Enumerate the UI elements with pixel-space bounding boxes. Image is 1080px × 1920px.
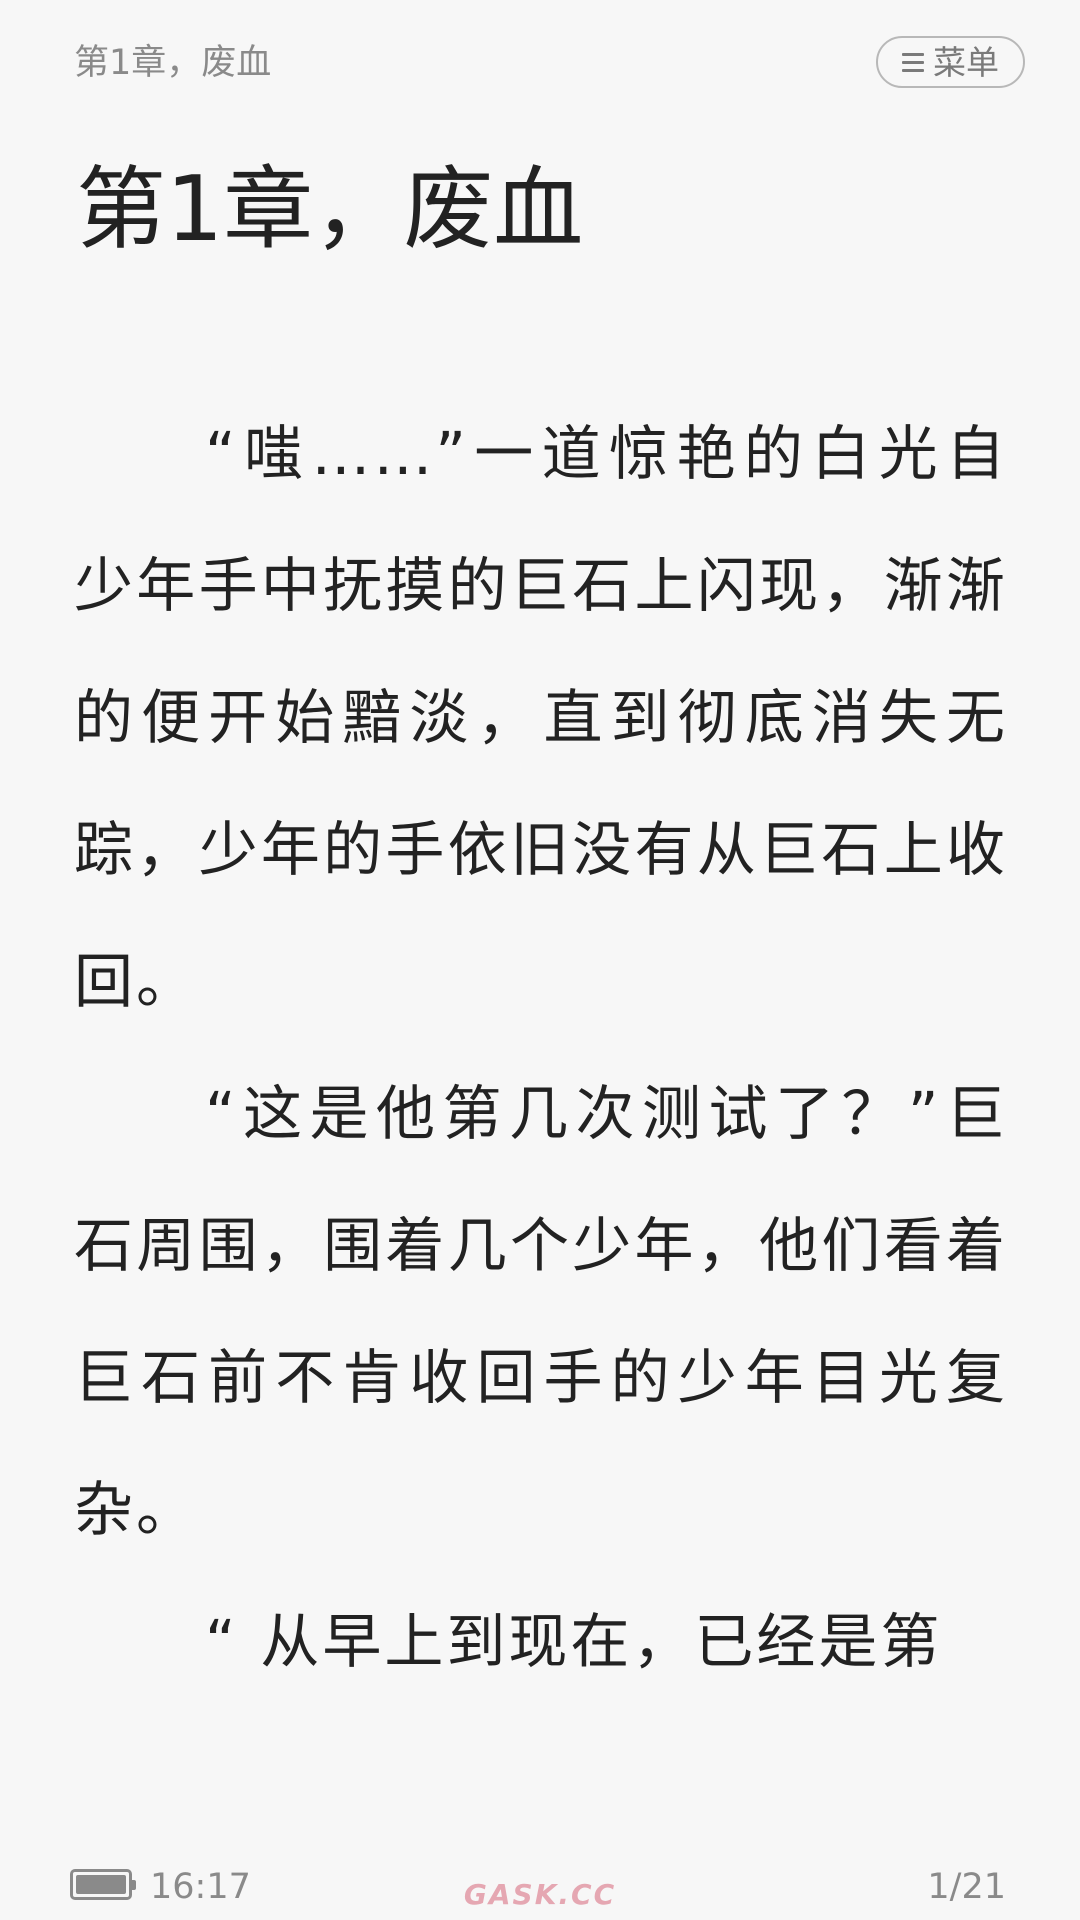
paragraph: “嗤……”一道惊艳的白光自少年手中抚摸的巨石上闪现，渐渐的便开始黯淡，直到彻底消… xyxy=(74,419,1008,1016)
menu-label: 菜单 xyxy=(933,42,999,82)
watermark: GASK.CC xyxy=(463,1878,617,1911)
menu-icon xyxy=(902,52,924,72)
chapter-title: 第1章，废血 xyxy=(76,157,584,262)
paragraph: “这是他第几次测试了？”巨石周围，围着几个少年，他们看着巨石前不肯收回手的少年目… xyxy=(74,1079,1008,1544)
paragraph: “ 从早上到现在，已经是第 xyxy=(205,1607,943,1676)
menu-button[interactable]: 菜单 xyxy=(876,36,1025,88)
chapter-content[interactable]: “嗤……”一道惊艳的白光自少年手中抚摸的巨石上闪现，渐渐的便开始黯淡，直到彻底消… xyxy=(74,388,1008,1708)
header-chapter-title: 第1章，废血 xyxy=(74,43,272,83)
page-indicator: 1/21 xyxy=(927,1867,1006,1907)
